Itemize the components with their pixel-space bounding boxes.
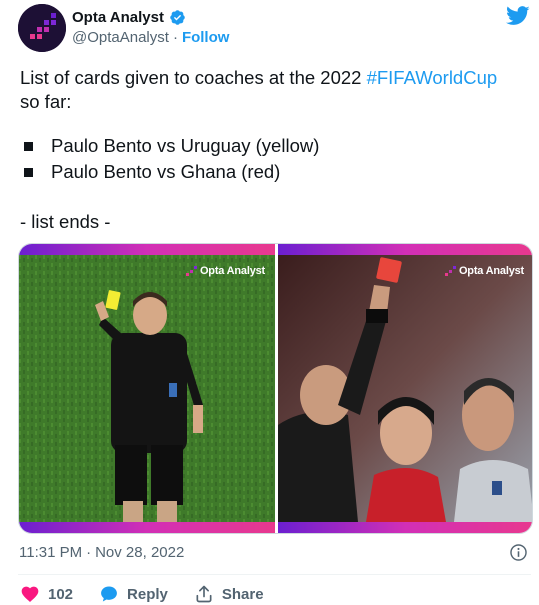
brand-strip-top bbox=[19, 244, 275, 255]
heart-icon bbox=[21, 586, 39, 602]
watermark-left: Opta Analyst bbox=[185, 265, 265, 277]
watermark-right-text: Opta Analyst bbox=[458, 265, 524, 277]
tweet-text-closing: - list ends - bbox=[20, 211, 111, 232]
author-avatar[interactable] bbox=[18, 4, 66, 52]
info-icon[interactable] bbox=[509, 543, 528, 562]
list-item: Paulo Bento vs Uruguay (yellow) bbox=[24, 134, 319, 158]
tweet-card: Opta Analyst @OptaAnalyst · Follow List … bbox=[0, 0, 539, 605]
verified-badge-icon bbox=[170, 9, 185, 25]
tweet-text-line-2: so far: bbox=[20, 91, 72, 112]
bullet-square-icon bbox=[24, 167, 33, 177]
author-handle[interactable]: @OptaAnalyst bbox=[72, 29, 169, 46]
footer-divider bbox=[18, 574, 531, 575]
author-handle-row: @OptaAnalyst · Follow bbox=[72, 29, 229, 46]
list-item-text: Paulo Bento vs Uruguay (yellow) bbox=[51, 135, 320, 156]
opta-mark-icon bbox=[185, 265, 197, 276]
hashtag-link[interactable]: #FIFAWorldCup bbox=[367, 67, 498, 88]
media-image-left[interactable]: Opta Analyst bbox=[19, 244, 275, 533]
like-button[interactable]: 102 bbox=[20, 584, 73, 604]
share-icon bbox=[196, 585, 212, 603]
tweet-actions: 102 Reply Share bbox=[20, 583, 290, 605]
media-image-right[interactable]: Opta Analyst bbox=[278, 244, 532, 533]
opta-mark-icon bbox=[444, 265, 456, 276]
timestamp-date: Nov 28, 2022 bbox=[95, 544, 185, 561]
tweet-text-line-1: List of cards given to coaches at the 20… bbox=[20, 66, 497, 90]
tweet-timestamp[interactable]: 11:31 PM · Nov 28, 2022 bbox=[19, 544, 184, 561]
watermark-right: Opta Analyst bbox=[444, 265, 524, 277]
author-display-name[interactable]: Opta Analyst bbox=[72, 9, 164, 26]
tweet-media[interactable]: Opta Analyst Opta Analyst bbox=[18, 243, 533, 534]
referee-red-card-photo bbox=[278, 255, 532, 522]
twitter-bird-icon[interactable] bbox=[506, 6, 530, 26]
tweet-text-intro: List of cards given to coaches at the 20… bbox=[20, 67, 367, 88]
reply-button[interactable]: Reply bbox=[99, 584, 168, 604]
tweet-bullet-list: Paulo Bento vs Uruguay (yellow) Paulo Be… bbox=[24, 134, 319, 186]
timestamp-separator: · bbox=[86, 544, 92, 561]
handle-separator: · bbox=[172, 29, 178, 46]
reply-bubble-icon bbox=[101, 586, 117, 602]
author-name-row: Opta Analyst bbox=[72, 7, 186, 27]
share-label: Share bbox=[221, 585, 264, 603]
brand-strip-bottom bbox=[278, 522, 532, 533]
reply-label: Reply bbox=[127, 585, 168, 603]
referee-yellow-card-photo bbox=[19, 255, 275, 522]
bullet-square-icon bbox=[24, 141, 33, 151]
share-button[interactable]: Share bbox=[194, 584, 264, 604]
opta-logo-icon bbox=[18, 4, 66, 52]
brand-strip-top bbox=[278, 244, 532, 255]
timestamp-time: 11:31 PM bbox=[19, 544, 83, 561]
brand-strip-bottom bbox=[19, 522, 275, 533]
like-count: 102 bbox=[48, 585, 74, 603]
watermark-left-text: Opta Analyst bbox=[199, 265, 265, 277]
follow-button[interactable]: Follow bbox=[182, 29, 230, 46]
list-item: Paulo Bento vs Ghana (red) bbox=[24, 160, 319, 184]
list-item-text: Paulo Bento vs Ghana (red) bbox=[51, 161, 281, 182]
